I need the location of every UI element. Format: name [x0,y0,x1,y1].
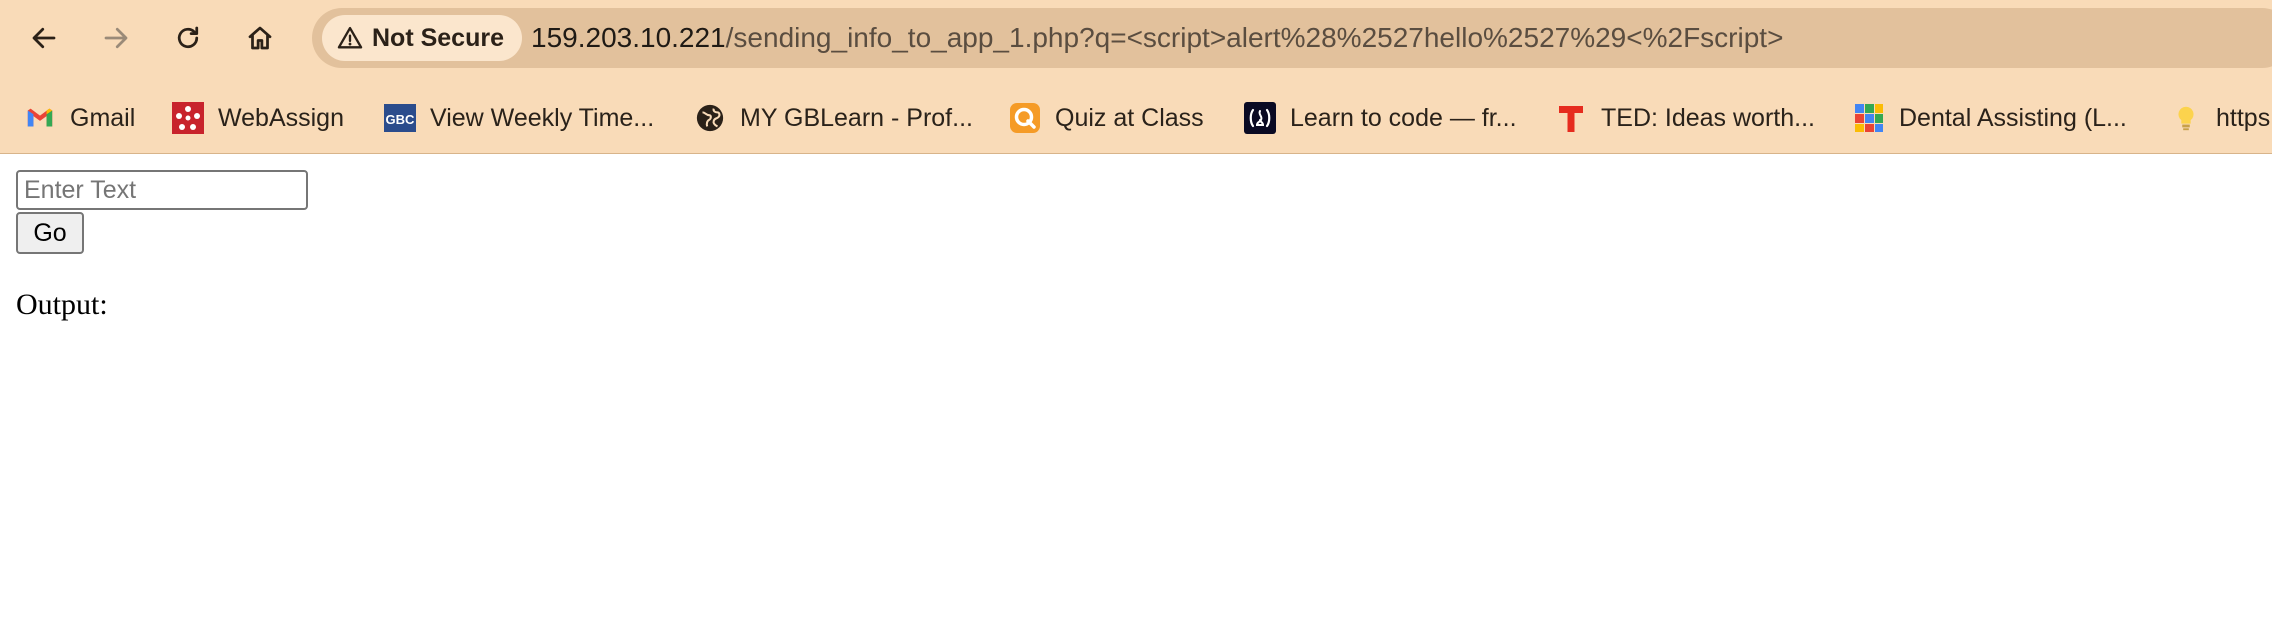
bookmark-view-weekly-time[interactable]: GBC View Weekly Time... [384,92,654,144]
url-host: 159.203.10.221 [531,22,726,53]
output-label: Output: [16,288,108,321]
reload-button[interactable] [164,14,212,62]
bookmark-my-gblearn[interactable]: MY GBLearn - Prof... [694,92,973,144]
browser-chrome: Not Secure 159.203.10.221/sending_info_t… [0,0,2272,154]
ted-icon [1555,102,1587,134]
warning-triangle-icon [337,26,363,49]
bookmark-quiz-at-class[interactable]: Quiz at Class [1009,92,1204,144]
bookmark-dental-assisting[interactable]: Dental Assisting (L... [1853,92,2127,144]
bookmark-label: Quiz at Class [1055,103,1204,132]
browser-toolbar: Not Secure 159.203.10.221/sending_info_t… [0,0,2272,76]
freecodecamp-icon [1244,102,1276,134]
url-path: /sending_info_to_app_1.php?q=<script>ale… [725,22,1784,53]
webassign-icon [172,102,204,134]
bookmark-label: Gmail [70,103,136,132]
page-content: Go Output: [0,154,2272,642]
security-label: Not Secure [372,23,504,52]
arrow-left-icon [32,27,56,49]
bookmark-label: WebAssign [218,103,344,132]
arrow-right-icon [104,27,128,49]
bookmark-label: Learn to code — fr... [1290,103,1517,132]
home-icon [248,26,272,50]
svg-text:GBC: GBC [386,112,416,127]
grid-icon [1853,102,1885,134]
bookmark-label: TED: Ideas worth... [1601,103,1815,132]
bookmark-label: MY GBLearn - Prof... [740,103,973,132]
bookmark-label: Dental Assisting (L... [1899,103,2127,132]
gbc-icon: GBC [384,102,416,134]
bookmark-ted[interactable]: TED: Ideas worth... [1555,92,1815,144]
bookmark-learn-to-code[interactable]: Learn to code — fr... [1244,92,1517,144]
gmail-icon [24,102,56,134]
home-button[interactable] [236,14,284,62]
bookmark-label: View Weekly Time... [430,103,655,132]
reload-icon [177,26,199,49]
text-input[interactable] [16,170,308,210]
go-button[interactable]: Go [16,212,84,254]
bookmark-https[interactable]: https [2170,92,2270,144]
bookmarks-bar: Gmail WebAssign GBC View Weekly Time... … [0,92,2272,144]
address-bar[interactable]: Not Secure 159.203.10.221/sending_info_t… [312,8,2272,68]
security-indicator[interactable]: Not Secure [322,15,522,61]
bookmark-webassign[interactable]: WebAssign [172,92,344,144]
back-button[interactable] [20,14,68,62]
bookmark-label: https [2216,103,2271,132]
quiz-icon [1009,102,1041,134]
lightbulb-icon [2170,102,2202,134]
url-text[interactable]: 159.203.10.221/sending_info_to_app_1.php… [531,8,1783,68]
bookmark-gmail[interactable]: Gmail [24,92,135,144]
globe-icon [694,102,726,134]
forward-button[interactable] [92,14,140,62]
